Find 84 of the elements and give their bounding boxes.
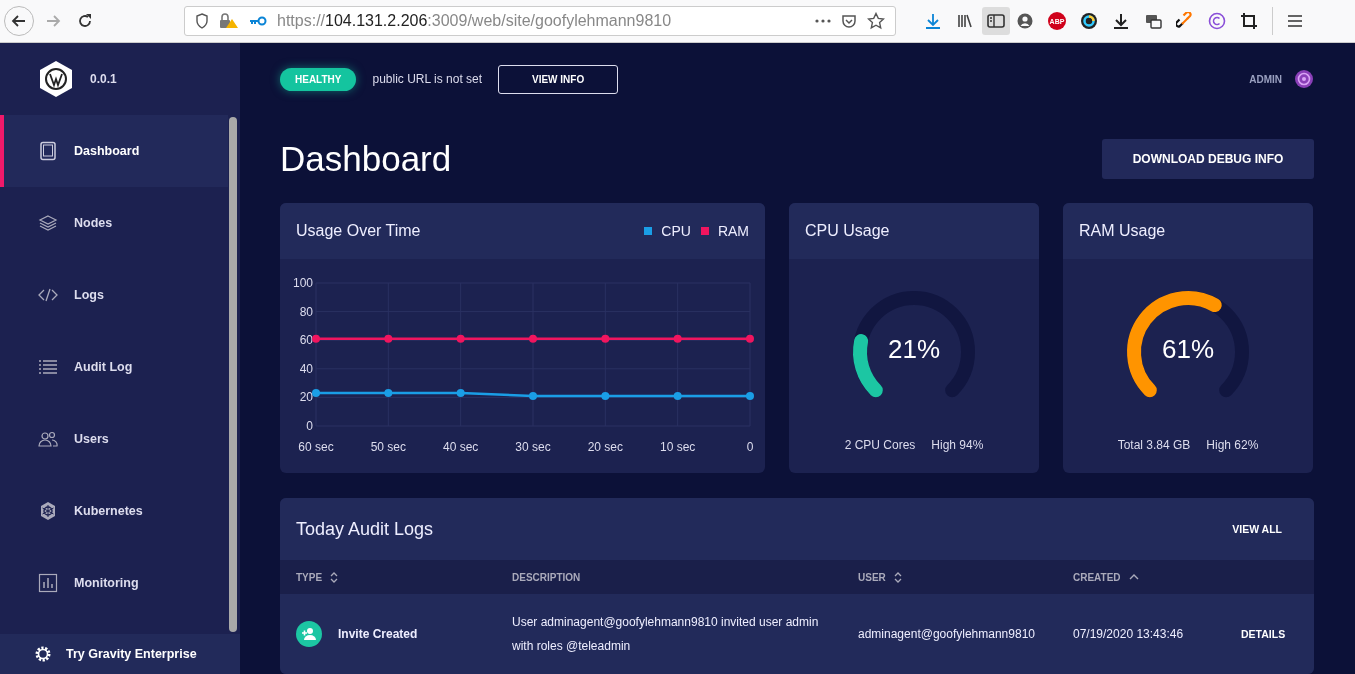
event-type: Invite Created bbox=[338, 627, 418, 641]
sort-icon[interactable] bbox=[893, 571, 902, 583]
gauge-value: 21% bbox=[886, 334, 941, 365]
users-icon bbox=[38, 429, 58, 449]
enterprise-link[interactable]: Try Gravity Enterprise bbox=[0, 634, 240, 674]
card-title: Usage Over Time bbox=[296, 222, 421, 240]
x-tick-label: 20 sec bbox=[587, 440, 623, 454]
legend-item: RAM bbox=[700, 223, 749, 239]
column-header[interactable]: DESCRIPTION bbox=[512, 571, 581, 583]
nav-item[interactable]: Kubernetes bbox=[0, 475, 228, 547]
card-title: RAM Usage bbox=[1079, 222, 1166, 240]
x-tick-label: 40 sec bbox=[443, 440, 479, 454]
bar-chart-icon bbox=[38, 573, 58, 593]
details-link[interactable]: DETAILS bbox=[1241, 628, 1286, 640]
layers-icon bbox=[38, 213, 58, 233]
gauge-stat: High 94% bbox=[931, 438, 984, 452]
nav-item[interactable]: Nodes bbox=[0, 187, 228, 259]
nav-item[interactable]: Dashboard bbox=[0, 115, 228, 187]
card-title: Today Audit Logs bbox=[296, 518, 434, 540]
pocket-icon[interactable] bbox=[841, 13, 857, 29]
add-user-icon bbox=[296, 621, 322, 647]
status-message: public URL is not set bbox=[372, 72, 483, 86]
version-label: 0.0.1 bbox=[90, 72, 117, 86]
download-arrow-icon[interactable] bbox=[1112, 12, 1130, 30]
gauge-stat: High 62% bbox=[1206, 438, 1259, 452]
tablet-icon bbox=[38, 141, 58, 161]
crop-icon[interactable] bbox=[1240, 12, 1258, 30]
key-icon bbox=[249, 16, 267, 26]
event-description: User adminagent@goofylehmann9810 invited user admin with roles @teleadmin bbox=[512, 614, 820, 655]
y-tick-label: 40 bbox=[299, 361, 313, 376]
list-icon bbox=[38, 357, 58, 377]
y-tick-label: 0 bbox=[306, 419, 313, 433]
column-header[interactable]: USER bbox=[858, 571, 902, 583]
gear-icon bbox=[34, 645, 52, 663]
nav-item[interactable]: Monitoring bbox=[0, 547, 228, 619]
view-all-link[interactable]: VIEW ALL bbox=[1232, 523, 1282, 535]
more-icon[interactable] bbox=[815, 19, 831, 23]
shield-icon bbox=[195, 13, 209, 29]
y-tick-label: 80 bbox=[299, 304, 313, 319]
x-tick-label: 50 sec bbox=[370, 440, 406, 454]
card-title: CPU Usage bbox=[805, 222, 890, 240]
link-icon[interactable] bbox=[1176, 12, 1194, 30]
x-tick-label: 10 sec bbox=[660, 440, 696, 454]
sort-ascending-icon[interactable] bbox=[1128, 574, 1139, 580]
y-tick-label: 100 bbox=[292, 276, 313, 290]
avatar-icon[interactable] bbox=[1294, 69, 1314, 89]
library-icon[interactable] bbox=[956, 12, 974, 30]
account-icon[interactable] bbox=[1016, 12, 1034, 30]
sort-icon[interactable] bbox=[330, 571, 339, 583]
scrollbar[interactable] bbox=[229, 117, 237, 632]
gauge-value: 61% bbox=[1160, 334, 1215, 365]
download-debug-button[interactable]: DOWNLOAD DEBUG INFO bbox=[1102, 139, 1314, 179]
url-text: https://104.131.2.206:3009/web/site/goofylehmann9810 bbox=[277, 12, 672, 30]
y-tick-label: 60 bbox=[299, 333, 313, 348]
gauge-stat: 2 CPU Cores bbox=[844, 438, 916, 452]
sidebar-icon[interactable] bbox=[982, 7, 1010, 35]
health-badge: HEALTHY bbox=[280, 67, 357, 91]
x-tick-label: 30 sec bbox=[515, 440, 551, 454]
nav-item[interactable]: Users bbox=[0, 403, 228, 475]
page-title: Dashboard bbox=[280, 139, 452, 179]
user-name[interactable]: ADMIN bbox=[1249, 73, 1282, 85]
x-tick-label: 60 sec bbox=[298, 440, 334, 454]
copyright-icon[interactable] bbox=[1208, 12, 1226, 30]
column-header[interactable]: CREATED bbox=[1073, 571, 1139, 583]
y-tick-label: 20 bbox=[299, 390, 313, 405]
address-bar[interactable]: https://104.131.2.206:3009/web/site/goofylehmann9810 bbox=[184, 6, 896, 36]
reload-icon[interactable] bbox=[76, 12, 94, 30]
created-cell: 07/19/2020 13:43:46 bbox=[1073, 627, 1184, 641]
messages-icon[interactable] bbox=[1144, 12, 1162, 30]
download-icon[interactable] bbox=[924, 12, 942, 30]
menu-icon[interactable] bbox=[1287, 14, 1303, 28]
gauge-stat: Total 3.84 GB bbox=[1117, 438, 1191, 452]
column-header[interactable]: TYPE bbox=[296, 571, 339, 583]
legend-item: CPU bbox=[644, 223, 691, 239]
user-cell: adminagent@goofylehmann9810 bbox=[858, 627, 1035, 641]
logo-icon bbox=[38, 60, 74, 98]
helm-wheel-icon bbox=[38, 501, 58, 521]
nav-item[interactable]: Logs bbox=[0, 259, 228, 331]
nav-item[interactable]: Audit Log bbox=[0, 331, 228, 403]
star-icon[interactable] bbox=[867, 12, 885, 30]
x-tick-label: 0 bbox=[746, 440, 754, 454]
view-info-button[interactable]: VIEW INFO bbox=[498, 64, 619, 94]
color-wheel-icon[interactable] bbox=[1080, 12, 1098, 30]
insecure-lock-icon bbox=[219, 13, 239, 29]
